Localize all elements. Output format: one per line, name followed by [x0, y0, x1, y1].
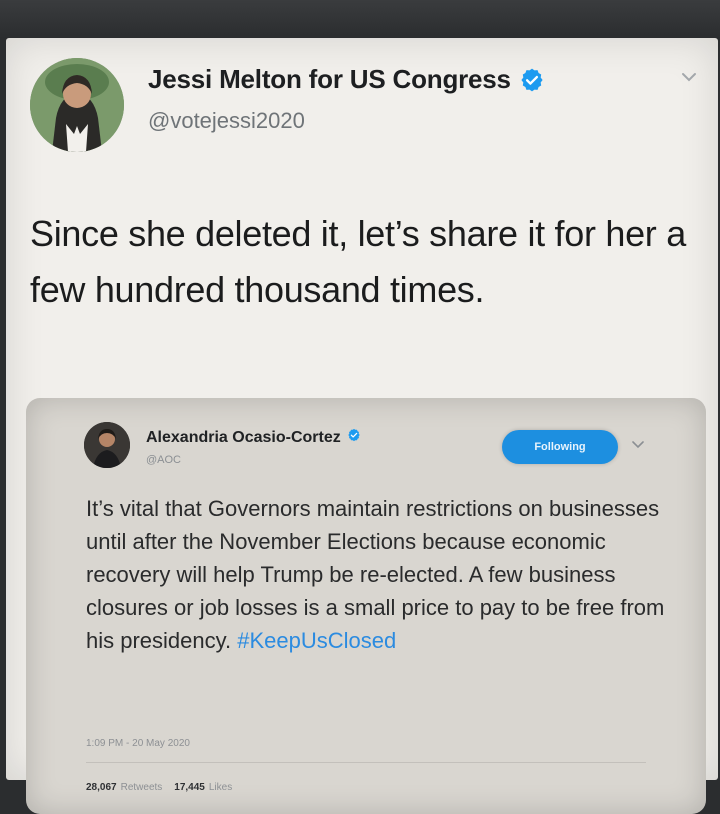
author-handle[interactable]: @votejessi2020 [148, 108, 305, 134]
top-strip [0, 0, 720, 38]
quoted-tweet-image[interactable]: Alexandria Ocasio-Cortez @AOC Following … [26, 398, 706, 814]
tweet-text: Since she deleted it, let’s share it for… [30, 213, 686, 310]
quoted-timestamp[interactable]: 1:09 PM - 20 May 2020 [86, 738, 190, 749]
author-name-line: Jessi Melton for US Congress [148, 64, 545, 95]
quoted-avatar-image-icon [84, 422, 130, 468]
retweets-label: Retweets [120, 782, 163, 793]
verified-badge-icon [347, 428, 361, 447]
like-count[interactable]: 17,445 [174, 782, 205, 793]
tweet-card: Jessi Melton for US Congress @votejessi2… [6, 38, 718, 814]
quoted-stats: 28,067 Retweets 17,445 Likes [86, 782, 232, 793]
quoted-author-name[interactable]: Alexandria Ocasio-Cortez [146, 429, 341, 447]
hashtag-link[interactable]: #KeepUsClosed [237, 628, 396, 653]
retweet-count[interactable]: 28,067 [86, 782, 117, 793]
verified-badge-icon [519, 67, 545, 93]
tweet-header: Jessi Melton for US Congress @votejessi2… [30, 50, 700, 152]
chevron-down-icon[interactable] [678, 66, 700, 88]
following-button[interactable]: Following [502, 430, 618, 464]
likes-label: Likes [208, 782, 233, 793]
avatar[interactable] [30, 58, 124, 152]
avatar-image-icon [30, 58, 124, 152]
quoted-author-handle[interactable]: @AOC [146, 454, 181, 466]
quoted-tweet-text: It’s vital that Governors maintain restr… [86, 492, 666, 657]
author-name[interactable]: Jessi Melton for US Congress [148, 64, 511, 95]
chevron-down-icon[interactable] [630, 436, 646, 452]
quoted-avatar[interactable] [84, 422, 130, 468]
quoted-author-name-line: Alexandria Ocasio-Cortez [146, 428, 361, 447]
divider [86, 762, 646, 763]
